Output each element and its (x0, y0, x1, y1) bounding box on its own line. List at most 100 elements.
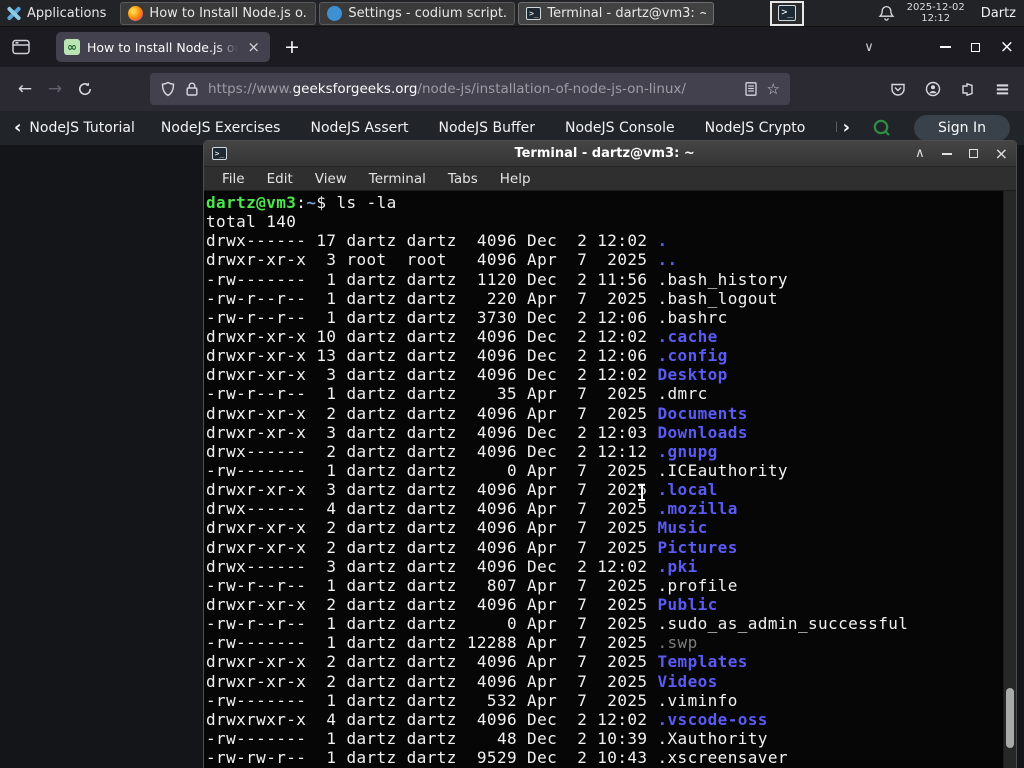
terminal-line: total 140 (206, 212, 297, 232)
sitenav-item[interactable]: NodeJS Exercises (161, 120, 281, 136)
terminal-line: drwxr-xr-x 3 dartz dartz 4096 Dec 2 12:0… (206, 422, 748, 442)
terminal-line: drwx------ 3 dartz dartz 4096 Dec 2 12:0… (206, 556, 698, 576)
sitenav-item[interactable]: NodeJS Crypto (705, 120, 806, 136)
terminal-minimize-button[interactable] (941, 152, 952, 155)
terminal-line: drwxr-xr-x 2 dartz dartz 4096 Apr 7 2025… (206, 537, 738, 557)
terminal-line: drwx------ 4 dartz dartz 4096 Apr 7 2025… (206, 499, 738, 519)
firefox-icon (128, 5, 144, 21)
terminal-icon: >_ (212, 147, 227, 160)
browser-tab-active[interactable]: ∞ How to Install Node.js on × (56, 32, 270, 62)
clock[interactable]: 2025-12-02 12:12 (907, 2, 965, 24)
sitenav-items: NodeJS Exercises NodeJS Assert NodeJS Buff… (161, 120, 837, 136)
session-user-menu[interactable]: Dartz (977, 6, 1016, 21)
terminal-rollup-button[interactable]: ∧ (915, 147, 925, 160)
browser-tab-bar: ∞ How to Install Node.js on × + ∨ × (0, 27, 1024, 67)
terminal-line: -rw-r--r-- 1 dartz dartz 807 Apr 7 2025 … (206, 575, 738, 595)
list-all-tabs-button[interactable]: ∨ (864, 40, 874, 55)
terminal-line: -rw-r--r-- 1 dartz dartz 35 Apr 7 2025 .… (206, 384, 708, 404)
terminal-menubar: File Edit View Terminal Tabs Help (204, 167, 1016, 191)
system-panel: Applications How to Install Node.js o...… (0, 0, 1024, 27)
terminal-maximize-button[interactable] (968, 149, 978, 158)
back-button[interactable]: ← (10, 74, 40, 104)
chevron-left-icon: ‹ (14, 117, 22, 138)
firefox-view-icon[interactable] (10, 36, 32, 58)
terminal-window: >_ Terminal - dartz@vm3: ~ ∧ × File Edit V… (203, 140, 1017, 768)
distro-logo-icon (6, 6, 21, 21)
terminal-scrollbar-thumb[interactable] (1006, 688, 1014, 748)
extensions-icon[interactable] (960, 81, 976, 97)
terminal-title: Terminal - dartz@vm3: ~ (514, 146, 695, 161)
browser-minimize-button[interactable] (939, 46, 951, 48)
clock-date: 2025-12-02 (906, 2, 965, 13)
clock-time: 12:12 (921, 13, 951, 24)
vscodium-icon (327, 5, 343, 21)
new-tab-button[interactable]: + (284, 36, 300, 58)
sitenav-back-label: NodeJS Tutorial (29, 120, 135, 136)
terminal-menu-tabs[interactable]: Tabs (438, 169, 488, 189)
search-icon[interactable] (872, 118, 892, 138)
terminal-line: drwxr-xr-x 3 root root 4096 Apr 7 2025 .… (206, 250, 678, 270)
applications-menu-button[interactable]: Applications (0, 0, 116, 27)
terminal-line: drwxr-xr-x 2 dartz dartz 4096 Apr 7 2025… (206, 594, 718, 614)
chevron-right-icon[interactable]: › (843, 119, 850, 137)
terminal-line: drwxrwxr-x 4 dartz dartz 4096 Dec 2 12:0… (206, 709, 768, 729)
terminal-line: drwxr-xr-x 3 dartz dartz 4096 Apr 7 2025… (206, 480, 718, 500)
reader-view-icon[interactable] (743, 81, 759, 97)
reload-button[interactable] (70, 74, 100, 104)
geeksforgeeks-favicon: ∞ (64, 39, 80, 55)
text-cursor-pointer (637, 484, 646, 501)
terminal-line: drwxr-xr-x 2 dartz dartz 4096 Apr 7 2025… (206, 671, 718, 691)
terminal-menu-terminal[interactable]: Terminal (359, 169, 436, 189)
menu-icon[interactable]: ≡ (995, 79, 1010, 100)
taskbar-window-title: Settings - codium script... (348, 5, 508, 21)
terminal-menu-edit[interactable]: Edit (257, 169, 303, 189)
terminal-line: -rw------- 1 dartz dartz 12288 Apr 7 202… (206, 633, 698, 653)
window-switcher-terminal-icon[interactable]: >_ (770, 0, 805, 26)
taskbar-window-button[interactable]: Settings - codium script... (319, 1, 516, 25)
sitenav-item[interactable]: NodeJS Buffer (439, 120, 536, 136)
url-bar[interactable]: https://www.geeksforgeeks.org/node-js/in… (150, 73, 790, 105)
terminal-titlebar[interactable]: >_ Terminal - dartz@vm3: ~ ∧ × (204, 141, 1016, 167)
forward-button[interactable]: → (40, 74, 70, 104)
terminal-line: dartz@vm3:~$ ls -la (206, 193, 397, 212)
sitenav-item[interactable]: NodeJS Assert (310, 120, 408, 136)
browser-maximize-button[interactable] (970, 42, 980, 52)
save-to-pocket-icon[interactable] (890, 81, 906, 97)
tab-title: How to Install Node.js on (87, 39, 239, 55)
taskbar-window-button[interactable]: How to Install Node.js o... (120, 1, 317, 25)
account-icon[interactable] (925, 81, 941, 97)
terminal-output: dartz@vm3:~$ ls -la total 140 drwx------ 1… (206, 193, 1016, 767)
terminal-line: -rw------- 1 dartz dartz 48 Dec 2 10:39 … (206, 728, 768, 748)
terminal-line: -rw-r--r-- 1 dartz dartz 220 Apr 7 2025 … (206, 288, 778, 308)
terminal-screen[interactable]: dartz@vm3:~$ ls -la total 140 drwx------ 1… (204, 191, 1016, 768)
terminal-line: -rw-r--r-- 1 dartz dartz 0 Apr 7 2025 .s… (206, 614, 909, 634)
terminal-menu-view[interactable]: View (305, 169, 357, 189)
bookmark-star-icon[interactable]: ☆ (767, 80, 780, 98)
url-text[interactable]: https://www.geeksforgeeks.org/node-js/in… (208, 81, 735, 97)
terminal-menu-file[interactable]: File (212, 169, 255, 189)
terminal-line: -rw------- 1 dartz dartz 1120 Dec 2 11:5… (206, 269, 788, 289)
browser-toolbar: ← → https://www.geeksforgeeks.org/node-j… (0, 67, 1024, 111)
tracking-protection-shield-icon[interactable] (160, 81, 176, 97)
sign-in-button[interactable]: Sign In (914, 115, 1010, 141)
lock-icon[interactable] (184, 81, 200, 97)
terminal-icon: >_ (526, 6, 542, 20)
desktop: Applications How to Install Node.js o...… (0, 0, 1024, 768)
applications-menu-label: Applications (27, 5, 107, 21)
terminal-line: drwx------ 17 dartz dartz 4096 Dec 2 12:… (206, 231, 668, 251)
terminal-scrollbar[interactable] (1003, 191, 1016, 768)
tab-close-button[interactable]: × (245, 38, 262, 56)
taskbar: How to Install Node.js o... Settings - co… (120, 1, 715, 25)
terminal-line: drwxr-xr-x 13 dartz dartz 4096 Dec 2 12:… (206, 346, 728, 366)
terminal-line: drwxr-xr-x 2 dartz dartz 4096 Apr 7 2025… (206, 518, 708, 538)
sitenav-item[interactable]: NodeJS DNS (835, 120, 836, 136)
taskbar-window-title: Terminal - dartz@vm3: ~ (547, 5, 707, 21)
sitenav-item[interactable]: NodeJS Console (565, 120, 675, 136)
terminal-close-button[interactable]: × (995, 146, 1008, 162)
sitenav-back-link[interactable]: ‹ NodeJS Tutorial (14, 117, 135, 138)
terminal-menu-help[interactable]: Help (490, 169, 541, 189)
taskbar-window-button[interactable]: >_ Terminal - dartz@vm3: ~ (518, 1, 715, 25)
notifications-bell-icon[interactable] (878, 5, 895, 22)
browser-close-button[interactable]: × (1000, 38, 1014, 56)
terminal-line: -rw-rw-r-- 1 dartz dartz 9529 Dec 2 10:4… (206, 748, 788, 768)
